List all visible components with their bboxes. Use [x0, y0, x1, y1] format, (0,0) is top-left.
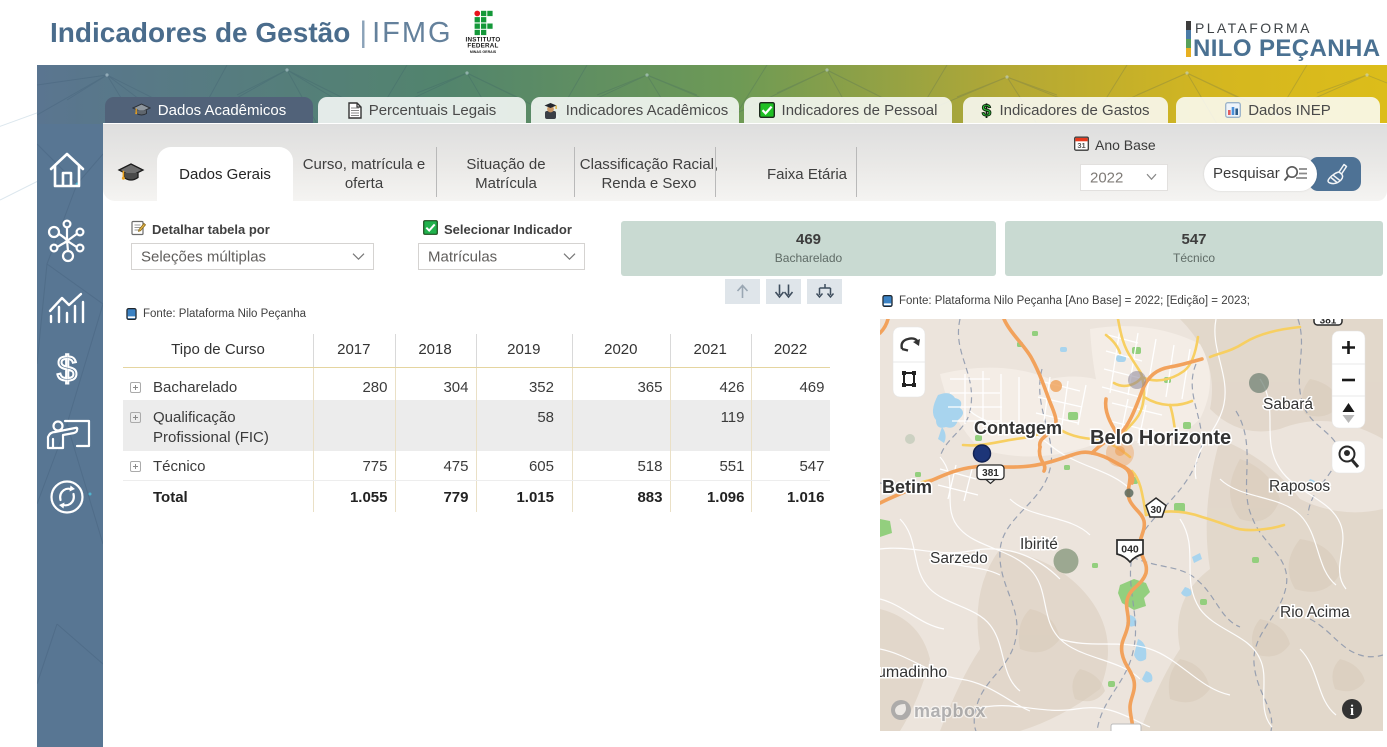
svg-text:umadinho: umadinho — [880, 664, 947, 681]
svg-text:mapbox: mapbox — [914, 701, 986, 721]
svg-text:Betim: Betim — [882, 477, 932, 497]
svg-text:31: 31 — [1077, 141, 1085, 150]
svg-text:Raposos: Raposos — [1269, 478, 1330, 495]
svg-text:30: 30 — [1150, 505, 1162, 516]
svg-text:MINAS GERAIS: MINAS GERAIS — [470, 50, 497, 54]
svg-text:FEDERAL: FEDERAL — [467, 43, 498, 50]
svg-text:$: $ — [57, 348, 77, 389]
svg-text:Rio Acima: Rio Acima — [1280, 604, 1350, 621]
svg-text:i: i — [1350, 703, 1354, 719]
svg-text:Sabará: Sabará — [1263, 396, 1313, 413]
svg-text:Sarzedo: Sarzedo — [930, 550, 988, 567]
svg-text:Belo Horizonte: Belo Horizonte — [1090, 427, 1231, 449]
svg-text:$: $ — [982, 101, 992, 119]
svg-text:Ibirité: Ibirité — [1020, 536, 1058, 553]
svg-text:040: 040 — [1121, 544, 1139, 556]
svg-text:381: 381 — [1320, 319, 1337, 327]
svg-text:381: 381 — [982, 468, 999, 479]
svg-text:Contagem: Contagem — [974, 418, 1062, 438]
